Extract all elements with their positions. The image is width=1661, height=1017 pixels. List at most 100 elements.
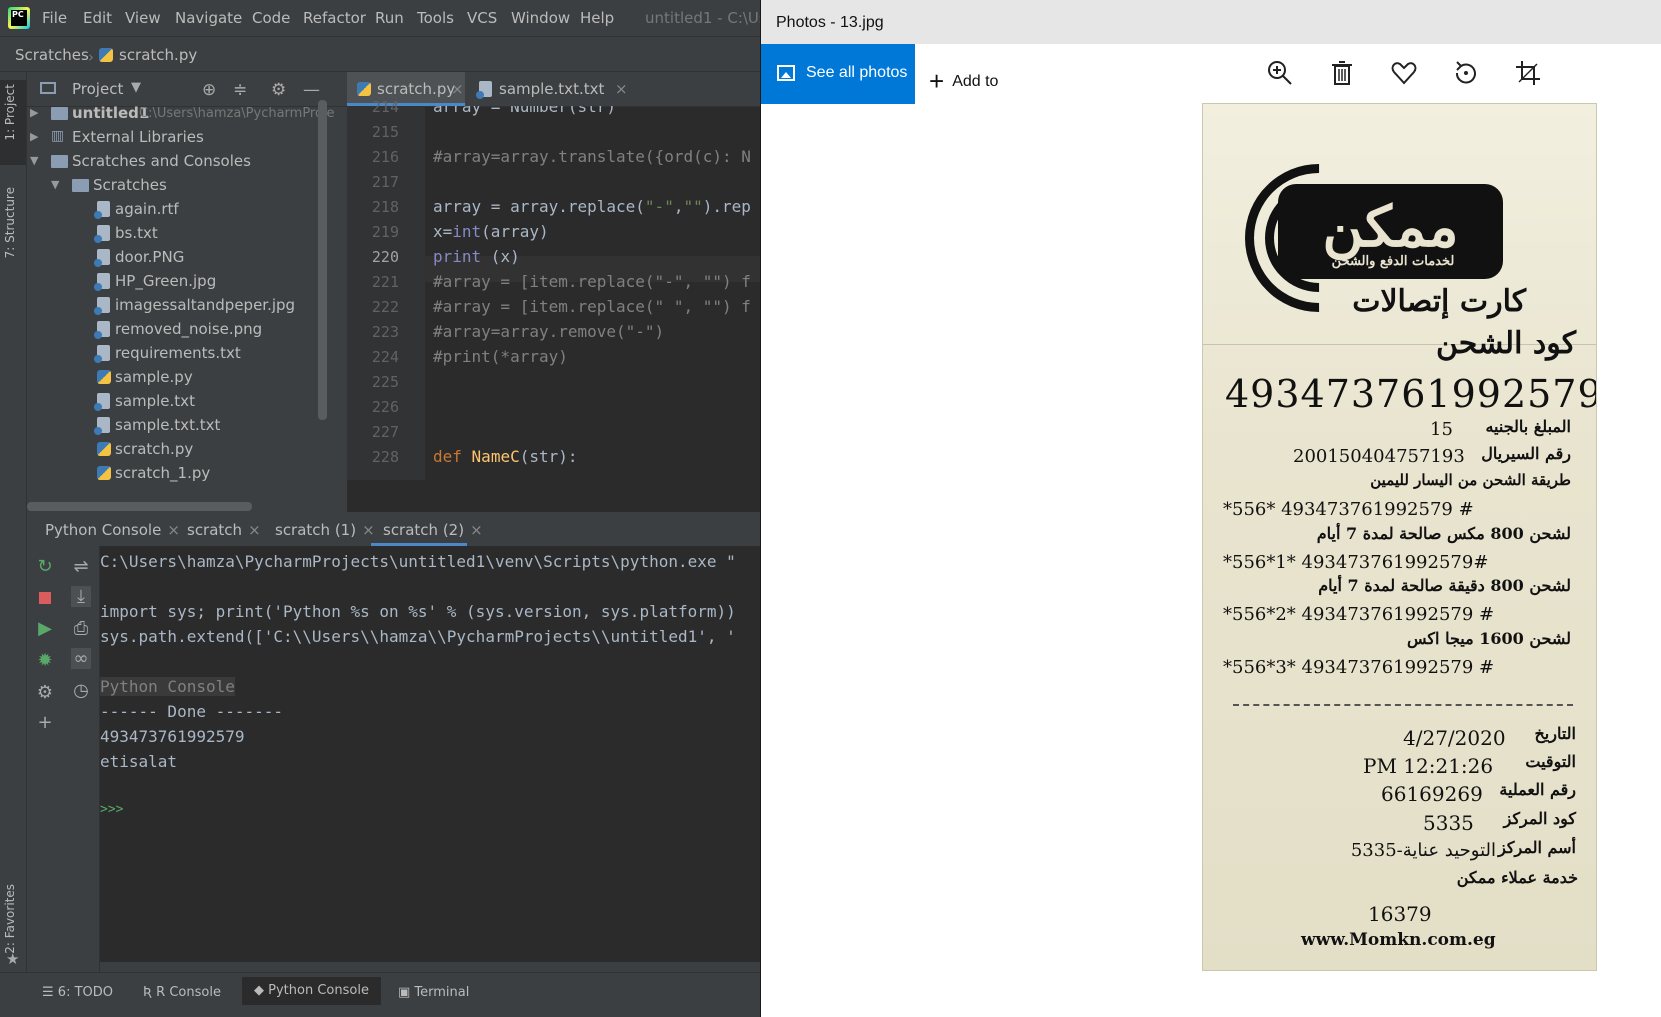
soft-wrap-icon[interactable]: ⇌ [71, 556, 91, 577]
line-number: 214 [371, 98, 399, 116]
console-output[interactable]: C:\Users\hamza\PycharmProjects\untitled1… [100, 546, 760, 962]
gear-icon[interactable]: ⚙ [271, 80, 286, 100]
chevron-down-icon[interactable]: ▼ [51, 178, 59, 191]
chevron-right-icon[interactable]: ▶ [30, 106, 38, 119]
code-line: #array = [item.replace("-", "") f [433, 272, 751, 291]
structure-tab-label[interactable]: 7: Structure [3, 187, 17, 258]
run-icon[interactable]: ▶ [35, 618, 55, 639]
scroll-to-end-icon[interactable]: ⤓ [71, 586, 91, 607]
close-icon[interactable]: × [470, 521, 483, 539]
r-console-tab[interactable]: Ʀ R Console [143, 985, 221, 1000]
see-all-photos-button[interactable]: See all photos [761, 44, 915, 104]
project-title[interactable]: Project [72, 80, 123, 98]
show-variables-icon[interactable]: ∞ [71, 648, 91, 669]
project-vertical-scrollbar[interactable] [318, 100, 327, 420]
settings-icon[interactable]: ⚙ [35, 682, 55, 703]
file-name: again.rtf [115, 200, 179, 218]
close-icon[interactable]: × [615, 80, 628, 98]
tree-file-item[interactable]: sample.txt [27, 390, 327, 414]
tree-scratches-consoles[interactable]: ▼ Scratches and Consoles [27, 150, 347, 174]
tree-root[interactable]: ▶ untitled1 C:\Users\hamza\PycharmProje [27, 102, 347, 126]
python-console-tab[interactable]: ◆ Python Console [242, 977, 381, 1005]
code-editor[interactable]: array = Number(str) #array=array.transla… [425, 106, 760, 480]
library-icon: ▥ [51, 128, 65, 144]
menu-edit[interactable]: Edit [83, 9, 112, 27]
menu-refactor[interactable]: Refactor [303, 9, 366, 27]
zoom-in-icon[interactable] [1265, 58, 1295, 88]
code-desc: لشحن 800 مكس صالحة لمدة 7 أيام [1316, 524, 1571, 543]
history-icon[interactable]: ◷ [71, 680, 91, 701]
close-icon[interactable]: × [362, 521, 375, 539]
run-tab-scratch-1[interactable]: scratch (1) × [275, 521, 375, 539]
crop-icon[interactable] [1513, 58, 1543, 88]
project-horizontal-scrollbar[interactable] [27, 502, 252, 511]
menu-tools[interactable]: Tools [417, 9, 454, 27]
file-icon [94, 321, 110, 339]
close-icon[interactable]: × [248, 521, 261, 539]
console-scrollbar[interactable] [100, 962, 760, 972]
console-prompt[interactable]: >>> [100, 802, 123, 817]
terminal-tab[interactable]: ▣ Terminal [398, 985, 469, 1000]
code-line: array = array.replace("-","").rep [433, 197, 751, 216]
menu-file[interactable]: File [42, 9, 67, 27]
favorite-icon[interactable] [1389, 58, 1419, 88]
tree-file-item[interactable]: removed_noise.png [27, 318, 327, 342]
favorites-tab-label[interactable]: 2: Favorites [3, 884, 17, 954]
rerun-icon[interactable]: ↻ [35, 556, 55, 577]
run-tab-python-console[interactable]: Python Console × [45, 521, 180, 539]
time-label: التوقيت [1525, 752, 1576, 771]
menu-code[interactable]: Code [252, 9, 290, 27]
todo-label: 6: TODO [57, 985, 113, 1000]
python-file-icon [97, 442, 111, 456]
close-icon[interactable]: × [167, 521, 180, 539]
code-desc: لشحن 1600 ميجا اكس [1407, 629, 1571, 648]
tree-external-libraries[interactable]: ▶ ▥ External Libraries [27, 126, 347, 150]
close-icon[interactable]: × [451, 80, 464, 98]
tree-file-item[interactable]: sample.txt.txt [27, 414, 327, 438]
folder-icon [51, 107, 68, 120]
tree-file-item[interactable]: again.rtf [27, 198, 327, 222]
tree-file-item[interactable]: requirements.txt [27, 342, 327, 366]
hide-icon[interactable]: — [303, 80, 320, 100]
locate-icon[interactable]: ⊕ [202, 80, 216, 100]
tree-file-item[interactable]: door.PNG [27, 246, 327, 270]
menu-help[interactable]: Help [580, 9, 614, 27]
debug-icon[interactable]: ✹ [35, 650, 55, 671]
project-view-icon [40, 82, 56, 94]
add-to-button[interactable]: + Add to [929, 62, 998, 96]
stop-icon[interactable] [35, 588, 55, 609]
breadcrumb-file[interactable]: scratch.py [119, 46, 197, 64]
run-tab-scratch-2[interactable]: scratch (2) × [383, 521, 483, 539]
file-name: imagessaltandpeper.jpg [115, 296, 296, 314]
tree-file-item[interactable]: imagessaltandpeper.jpg [27, 294, 327, 318]
chevron-right-icon[interactable]: ▶ [30, 130, 38, 143]
menu-vcs[interactable]: VCS [467, 9, 497, 27]
project-tool-tab[interactable]: 1: Project [0, 80, 26, 165]
editor-tab-bar: scratch.py × sample.txt.txt × [347, 72, 760, 107]
tree-file-item[interactable]: bs.txt [27, 222, 327, 246]
add-icon[interactable]: + [35, 712, 55, 733]
menu-run[interactable]: Run [375, 9, 404, 27]
tree-scratches[interactable]: ▼ Scratches [27, 174, 347, 198]
tree-file-item[interactable]: scratch_1.py [27, 462, 327, 486]
delete-icon[interactable] [1327, 58, 1357, 88]
breadcrumb-scratches[interactable]: Scratches [15, 46, 89, 64]
chevron-down-icon[interactable]: ▼ [30, 154, 38, 167]
menu-navigate[interactable]: Navigate [175, 9, 242, 27]
pycharm-logo-icon: PC [8, 7, 30, 29]
menu-window[interactable]: Window [511, 9, 570, 27]
run-tab-scratch[interactable]: scratch × [187, 521, 261, 539]
menu-view[interactable]: View [125, 9, 161, 27]
collapse-icon[interactable]: ≑ [233, 80, 247, 100]
tab-sample-txt[interactable]: sample.txt.txt × [469, 72, 628, 106]
rotate-icon[interactable] [1451, 58, 1481, 88]
chevron-down-icon[interactable]: ▼ [131, 80, 141, 95]
tab-scratch-py[interactable]: scratch.py × [347, 72, 465, 106]
tree-file-item[interactable]: sample.py [27, 366, 327, 390]
tree-file-item[interactable]: scratch.py [27, 438, 327, 462]
python-file-icon [97, 370, 111, 384]
print-icon[interactable]: ⎙ [71, 618, 91, 639]
file-name: scratch.py [115, 440, 194, 458]
todo-tab[interactable]: ☰ 6: TODO [42, 985, 113, 1000]
tree-file-item[interactable]: HP_Green.jpg [27, 270, 327, 294]
